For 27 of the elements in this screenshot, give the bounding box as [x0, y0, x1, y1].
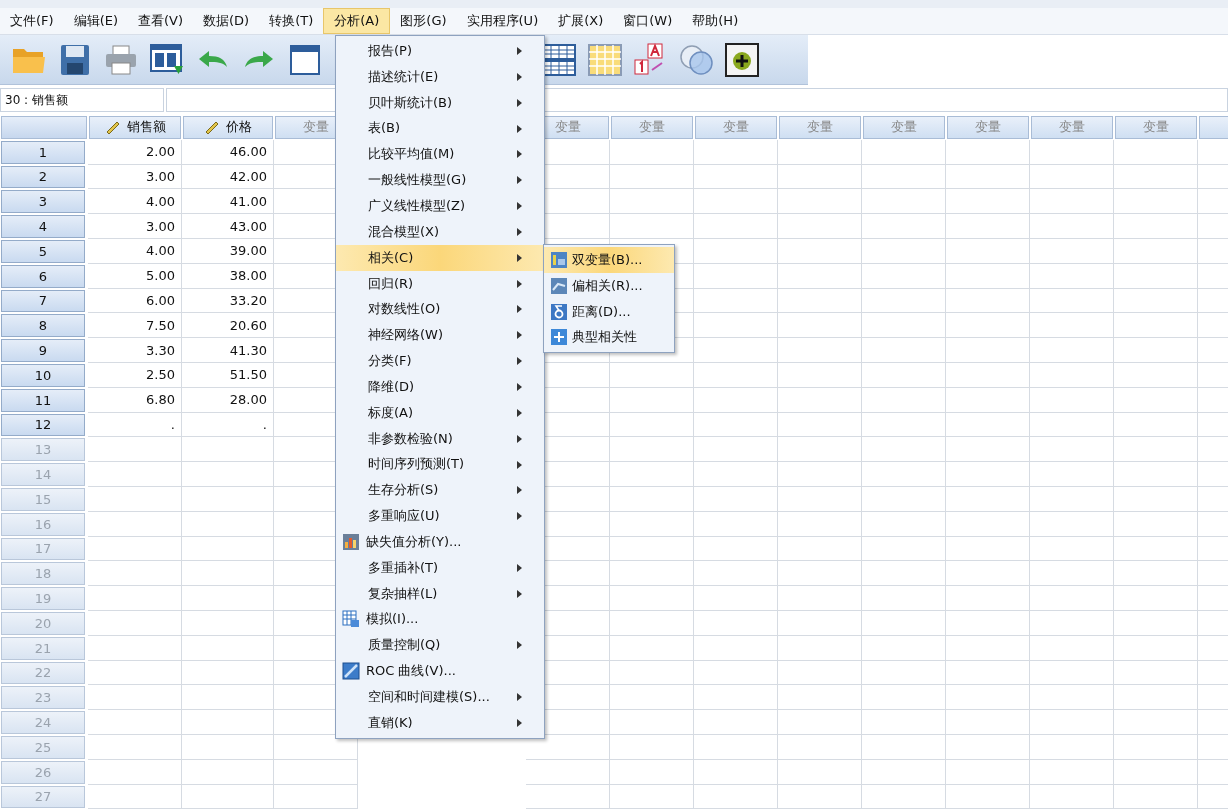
table-cell: 5.00	[88, 263, 182, 289]
table-cell: 33.20	[182, 288, 274, 314]
table-cell: 3.00	[88, 164, 182, 190]
table-cell: 4.00	[88, 189, 182, 215]
table-cell: 43.00	[182, 214, 274, 239]
column-name: 销售额	[126, 118, 166, 137]
table-cell: 3.00	[88, 214, 182, 239]
table-cell: 7.50	[88, 313, 182, 339]
table-cell: 6.80	[88, 387, 182, 413]
table-cell: .	[88, 412, 182, 438]
table-cell: 4.00	[88, 239, 182, 264]
table-cell: 3.30	[88, 338, 182, 363]
table-cell: 41.00	[182, 189, 274, 215]
column-name: 价格	[226, 118, 252, 137]
table-cell: 41.30	[182, 338, 274, 363]
table-cell: 39.00	[182, 239, 274, 264]
table-cell: 20.60	[182, 313, 274, 339]
table-cell: 46.00	[182, 139, 274, 165]
table-cell: 28.00	[182, 387, 274, 413]
table-cell: 2.00	[88, 139, 182, 165]
cell-reference: 30 : 销售额	[0, 88, 164, 112]
table-cell: 6.00	[88, 288, 182, 314]
table-cell: 2.50	[88, 362, 182, 388]
table-cell: 38.00	[182, 263, 274, 289]
table-cell: 51.50	[182, 362, 274, 388]
table-cell: 42.00	[182, 164, 274, 190]
table-cell: .	[182, 412, 274, 438]
